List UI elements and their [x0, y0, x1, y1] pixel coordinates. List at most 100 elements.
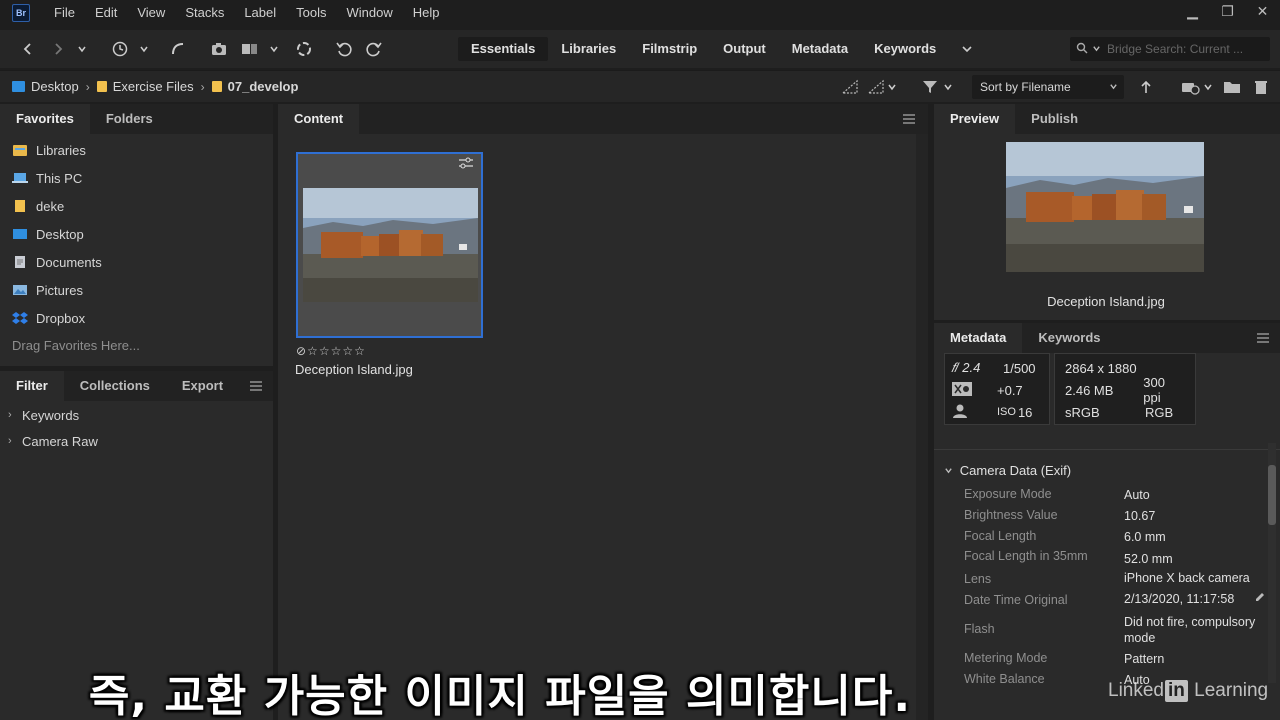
chevron-down-icon[interactable]: [880, 75, 904, 99]
metadata-panel-tabs: Metadata Keywords: [934, 323, 1280, 353]
breadcrumb-desktop[interactable]: Desktop: [12, 79, 79, 94]
close-button[interactable]: ✕: [1245, 0, 1280, 22]
computer-icon: [12, 171, 28, 185]
shutter-value: 1/500: [1003, 360, 1036, 376]
metadata-value: 2/13/2020, 11:17:58: [1124, 592, 1235, 606]
preview-image[interactable]: [1006, 142, 1204, 272]
filter-camera-raw[interactable]: › Camera Raw: [0, 428, 273, 454]
breadcrumb-separator-icon[interactable]: ›: [201, 80, 205, 94]
tab-export[interactable]: Export: [166, 371, 239, 401]
favorite-deke[interactable]: deke: [0, 192, 273, 220]
workspace-output[interactable]: Output: [710, 37, 779, 61]
trash-icon[interactable]: [1249, 75, 1273, 99]
favorite-label: This PC: [36, 170, 83, 186]
menu-help[interactable]: Help: [403, 0, 450, 26]
filter-label: Keywords: [22, 407, 80, 423]
workspace-filmstrip[interactable]: Filmstrip: [629, 37, 710, 61]
quality-options-icon[interactable]: [838, 75, 862, 99]
chevron-down-icon[interactable]: [70, 37, 94, 61]
iso-label: ISO: [997, 406, 1016, 418]
favorite-documents[interactable]: Documents: [0, 248, 273, 276]
chevron-down-icon[interactable]: [1196, 75, 1220, 99]
filter-keywords[interactable]: › Keywords: [0, 402, 273, 428]
window-controls: ▁ ❐ ✕: [1175, 0, 1280, 26]
refine-icon[interactable]: [238, 37, 262, 61]
sort-dropdown[interactable]: Sort by Filename: [972, 75, 1124, 99]
tab-favorites[interactable]: Favorites: [0, 104, 90, 134]
linkedin-learning-watermark: Linked in Learning: [1108, 680, 1268, 702]
watermark-text: Learning: [1188, 680, 1269, 701]
back-icon[interactable]: [16, 37, 40, 61]
minimize-button[interactable]: ▁: [1175, 0, 1210, 22]
favorite-label: deke: [36, 198, 65, 214]
new-folder-icon[interactable]: [1220, 75, 1244, 99]
camera-import-icon[interactable]: [208, 37, 232, 61]
breadcrumb-exercise-files[interactable]: Exercise Files: [96, 79, 194, 94]
pencil-icon[interactable]: [1254, 591, 1266, 606]
menu-view[interactable]: View: [127, 0, 175, 26]
thumbnail-filename[interactable]: Deception Island.jpg: [295, 362, 413, 377]
tab-keywords[interactable]: Keywords: [1022, 323, 1116, 353]
panel-menu-icon[interactable]: [249, 379, 263, 394]
preview-panel-tabs: Preview Publish: [934, 104, 1280, 134]
tab-content[interactable]: Content: [278, 104, 360, 134]
metadata-value: Auto: [1124, 488, 1150, 502]
menu-file[interactable]: File: [44, 0, 85, 26]
tab-preview[interactable]: Preview: [934, 104, 1016, 134]
boomerang-icon[interactable]: [166, 37, 190, 61]
metadata-key: Brightness Value: [964, 508, 1058, 522]
rotate-left-icon[interactable]: [332, 37, 356, 61]
tab-metadata[interactable]: Metadata: [934, 323, 1023, 353]
recent-history-icon[interactable]: [108, 37, 132, 61]
breadcrumb-07-develop[interactable]: 07_develop: [211, 79, 298, 94]
search-dropdown-icon[interactable]: [1092, 44, 1101, 55]
favorite-pictures[interactable]: Pictures: [0, 276, 273, 304]
rotate-right-icon[interactable]: [362, 37, 386, 61]
favorite-desktop[interactable]: Desktop: [0, 220, 273, 248]
restore-button[interactable]: ❐: [1210, 0, 1245, 22]
tab-publish[interactable]: Publish: [1015, 104, 1094, 134]
chevron-down-icon[interactable]: [262, 37, 286, 61]
menu-label[interactable]: Label: [234, 0, 286, 26]
menu-window[interactable]: Window: [337, 0, 403, 26]
tab-folders[interactable]: Folders: [90, 104, 169, 134]
workspace-keywords[interactable]: Keywords: [861, 37, 949, 61]
breadcrumb-separator-icon[interactable]: ›: [86, 80, 90, 94]
forward-icon[interactable]: [46, 37, 70, 61]
panel-menu-icon[interactable]: [902, 112, 916, 127]
content-scrollbar[interactable]: [916, 134, 928, 720]
metadata-scrollbar[interactable]: [1268, 443, 1276, 683]
toolbar: Essentials Libraries Filmstrip Output Me…: [0, 30, 1280, 68]
chevron-down-icon[interactable]: [936, 75, 960, 99]
breadcrumb-label: Exercise Files: [112, 79, 194, 94]
search-input[interactable]: Bridge Search: Current ...: [1070, 37, 1270, 61]
metadata-scroll-thumb[interactable]: [1268, 465, 1276, 525]
menu-stacks[interactable]: Stacks: [175, 0, 234, 26]
rating-stars[interactable]: ⊘☆☆☆☆☆: [296, 344, 366, 358]
menu-bar: Br File Edit View Stacks Label Tools Win…: [0, 0, 1280, 26]
workspace-more-chevron-icon[interactable]: [955, 37, 979, 61]
tab-collections[interactable]: Collections: [64, 371, 166, 401]
panel-menu-icon[interactable]: [1256, 331, 1270, 346]
workspace-essentials[interactable]: Essentials: [458, 37, 549, 61]
breadcrumb-label: Desktop: [31, 79, 79, 94]
chevron-down-icon[interactable]: [132, 37, 156, 61]
documents-icon: [12, 255, 28, 269]
camera-data-section-header[interactable]: Camera Data (Exif): [944, 463, 1071, 478]
sort-label: Sort by Filename: [980, 80, 1071, 94]
favorite-dropbox[interactable]: Dropbox: [0, 304, 273, 332]
thumbnail-card[interactable]: [296, 152, 483, 338]
workspace-libraries[interactable]: Libraries: [548, 37, 629, 61]
resolution-value: 300 ppi: [1143, 375, 1165, 405]
favorite-this-pc[interactable]: This PC: [0, 164, 273, 192]
divider: [934, 449, 1280, 450]
sort-ascending-icon[interactable]: [1134, 75, 1158, 99]
workspace-metadata[interactable]: Metadata: [779, 37, 861, 61]
tab-filter[interactable]: Filter: [0, 371, 64, 401]
menu-tools[interactable]: Tools: [286, 0, 336, 26]
settings-sliders-icon[interactable]: [458, 157, 476, 171]
photoshop-sync-icon[interactable]: [292, 37, 316, 61]
metadata-key: Exposure Mode: [964, 487, 1052, 501]
menu-edit[interactable]: Edit: [85, 0, 127, 26]
favorite-libraries[interactable]: Libraries: [0, 136, 273, 164]
